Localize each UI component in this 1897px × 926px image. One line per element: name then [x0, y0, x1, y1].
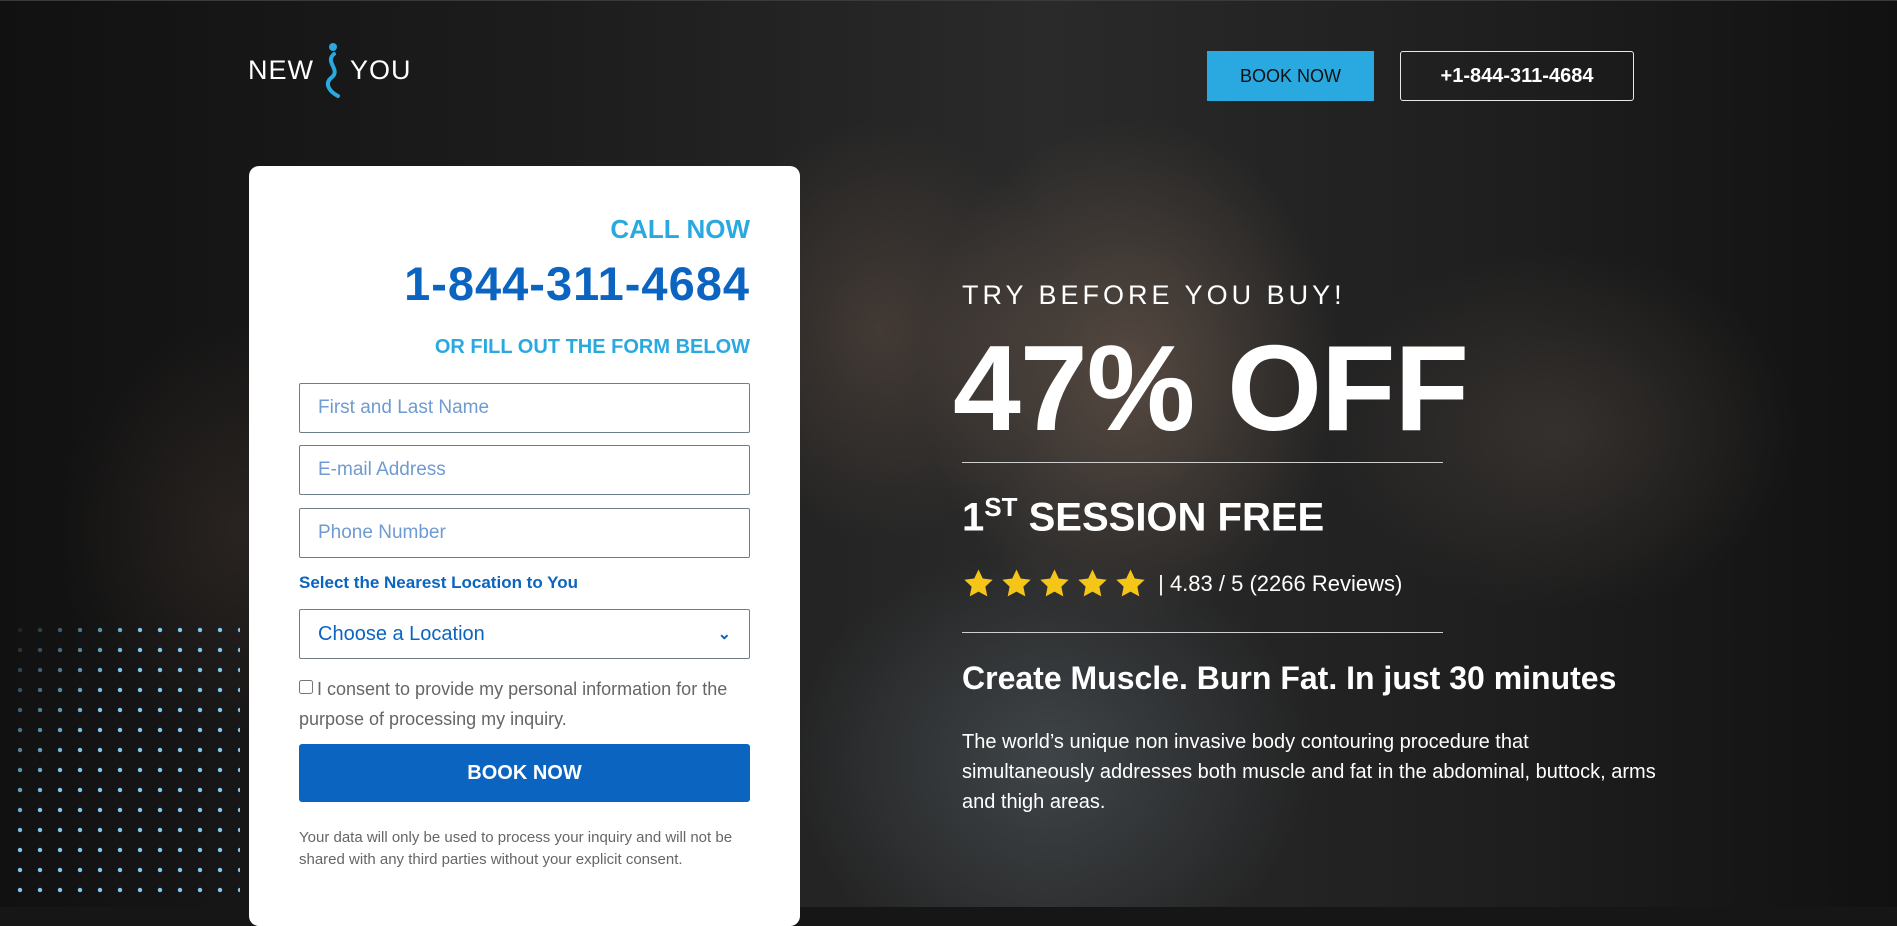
rating-row: | 4.83 / 5 (2266 Reviews): [962, 567, 1402, 600]
session-ordinal: ST: [984, 492, 1018, 522]
top-border: [0, 0, 1897, 1]
star-icon: [1078, 569, 1107, 597]
consent-row: I consent to provide my personal informa…: [299, 674, 754, 734]
star-icon: [1116, 569, 1145, 597]
divider-bottom: [962, 632, 1443, 633]
promo-eyebrow: TRY BEFORE YOU BUY!: [962, 280, 1346, 310]
star-icon: [1002, 569, 1031, 597]
star-rating: [962, 567, 1152, 600]
booking-form-card: CALL NOW 1-844-311-4684 OR FILL OUT THE …: [249, 166, 800, 926]
consent-checkbox[interactable]: [299, 680, 313, 694]
divider-top: [962, 462, 1443, 463]
consent-text: I consent to provide my personal informa…: [299, 679, 728, 729]
location-select-value: Choose a Location: [318, 622, 485, 645]
form-subheading: OR FILL OUT THE FORM BELOW: [434, 336, 750, 358]
header-book-now-button[interactable]: BOOK NOW: [1207, 51, 1374, 101]
free-session-heading: 1ST SESSION FREE: [962, 492, 1324, 540]
brand-logo[interactable]: NEW YOU: [248, 40, 412, 100]
chevron-down-icon: ⌄: [717, 626, 731, 643]
session-text: SESSION FREE: [1017, 495, 1325, 540]
privacy-notice: Your data will only be used to process y…: [299, 829, 733, 868]
rating-text: | 4.83 / 5 (2266 Reviews): [1152, 570, 1403, 596]
location-label: Select the Nearest Location to You: [299, 573, 578, 592]
discount-headline: 47% OFF: [953, 320, 1469, 456]
call-now-heading: CALL NOW: [610, 214, 750, 244]
location-select[interactable]: Choose a Location ⌄: [299, 609, 750, 659]
phone-input[interactable]: [299, 508, 750, 558]
tagline: Create Muscle. Burn Fat. In just 30 minu…: [962, 660, 1617, 696]
logo-text-new: NEW: [248, 54, 314, 85]
form-book-now-button[interactable]: BOOK NOW: [299, 744, 750, 802]
dot-pattern-decoration: [10, 620, 240, 907]
figure-icon: [326, 43, 340, 98]
star-icon: [1040, 569, 1069, 597]
email-input[interactable]: [299, 445, 750, 495]
logo-text-you: YOU: [350, 54, 412, 85]
phone-number-link[interactable]: 1-844-311-4684: [404, 256, 750, 311]
name-input[interactable]: [299, 383, 750, 433]
session-number: 1: [962, 495, 985, 540]
header-phone-button[interactable]: +1-844-311-4684: [1400, 51, 1634, 101]
hero-description: The world’s unique non invasive body con…: [962, 731, 1656, 813]
star-icon: [964, 569, 993, 597]
